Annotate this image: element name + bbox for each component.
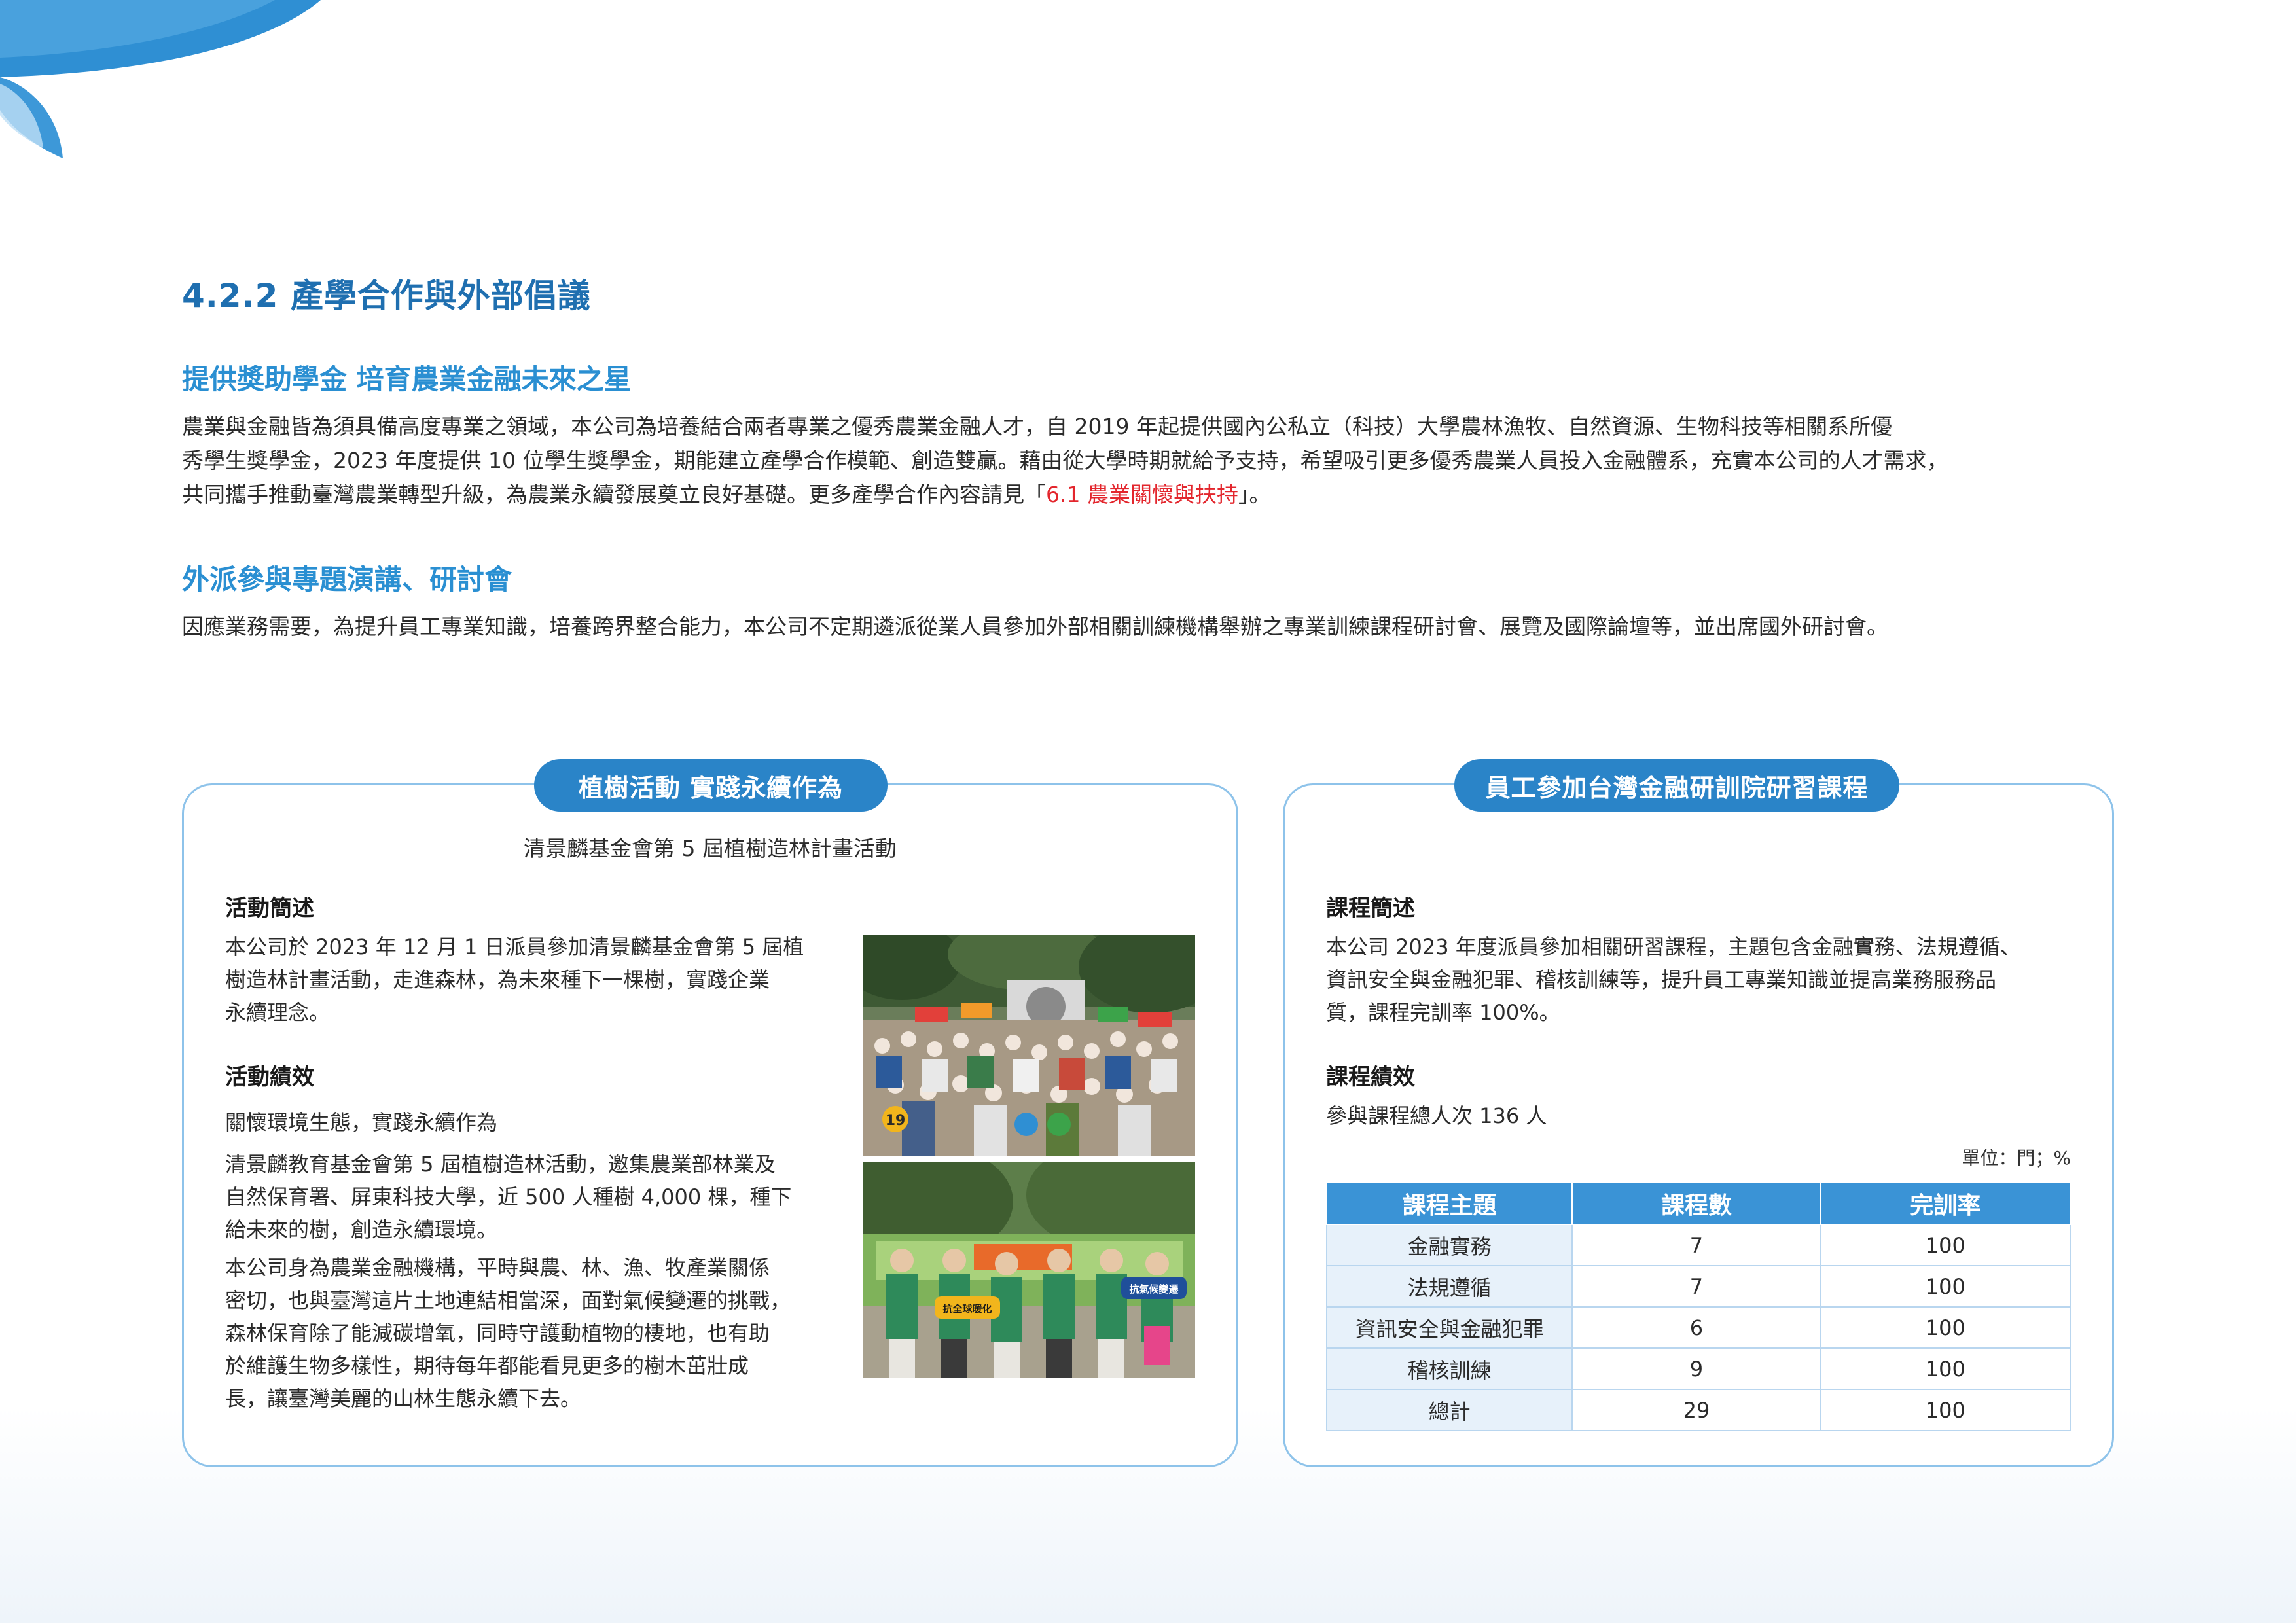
- table-cell-rate: 100: [1820, 1306, 2072, 1349]
- table-cell-topic: 稽核訓練: [1325, 1347, 1573, 1390]
- photo-sign-climate: 抗氣候變遷: [1129, 1283, 1178, 1295]
- table-cell-topic: 資訊安全與金融犯罪: [1325, 1306, 1573, 1349]
- course-summary: 本公司 2023 年度派員參加相關研習課程，主題包含金融實務、法規遵循、 資訊安…: [1326, 935, 2021, 1025]
- scholarship-line: 農業與金融皆為須具備高度專業之領域，本公司為培養結合兩者專業之優秀農業金融人才，…: [182, 414, 1892, 439]
- table-row: 稽核訓練 9 100: [1325, 1347, 2072, 1390]
- photo-sign-number: 19: [886, 1113, 906, 1129]
- photo-sign-warming: 抗全球暖化: [942, 1303, 992, 1315]
- external-paragraph: 因應業務需要，為提升員工專業知識，培養跨界整合能力，本公司不定期遴派從業人員參加…: [182, 614, 1888, 639]
- table-row: 法規遵循 7 100: [1325, 1265, 2072, 1308]
- activity-summary: 本公司於 2023 年 12 月 1 日派員參加清景麟基金會第 5 屆植 樹造林…: [225, 935, 804, 1025]
- corner-wave-decoration: [0, 0, 321, 158]
- group-photo-staff: 抗全球暖化 抗氣候變遷: [863, 1162, 1195, 1378]
- table-cell-count: 7: [1571, 1265, 1821, 1308]
- course-table: 課程主題 課程數 完訓率 金融實務 7 100 法規遵循 7 100 資訊安全與…: [1325, 1182, 2072, 1431]
- table-row: 金融實務 7 100: [1325, 1224, 2072, 1266]
- table-cell-count: 6: [1571, 1306, 1821, 1349]
- table-total-row: 總計 29 100: [1325, 1389, 2072, 1431]
- table-unit-note: 單位：門；%: [1962, 1147, 2071, 1169]
- column-header-completion: 完訓率: [1820, 1182, 2072, 1225]
- group-photo-crowd: 19: [863, 935, 1195, 1156]
- table-cell-count: 9: [1571, 1347, 1821, 1390]
- scholarship-line: 秀學生獎學金，2023 年度提供 10 位學生獎學金，期能建立產學合作模範、創造…: [182, 448, 1948, 473]
- column-header-topic: 課程主題: [1325, 1182, 1573, 1225]
- cross-reference-link[interactable]: 6.1 農業關懷與扶持: [1046, 482, 1238, 507]
- activity-result-2: 清景麟教育基金會第 5 屆植樹造林活動，邀集農業部林業及 自然保育署、屏東科技大…: [225, 1152, 792, 1242]
- course-panel-pill: 員工參加台灣金融研訓院研習課程: [1454, 759, 1899, 812]
- course-results: 參與課程總人次 136 人: [1326, 1103, 1547, 1128]
- table-cell-count: 7: [1571, 1224, 1821, 1266]
- scholarship-paragraph: 農業與金融皆為須具備高度專業之領域，本公司為培養結合兩者專業之優秀農業金融人才，…: [182, 410, 2119, 512]
- activity-result-3: 本公司身為農業金融機構，平時與農、林、漁、牧產業關係 密切，也與臺灣這片土地連結…: [225, 1255, 791, 1411]
- tree-panel-pill: 植樹活動 實踐永續作為: [534, 759, 888, 812]
- table-header-row: 課程主題 課程數 完訓率: [1325, 1182, 2072, 1225]
- table-cell-topic: 法規遵循: [1325, 1265, 1573, 1308]
- activity-summary-label: 活動簡述: [225, 895, 314, 921]
- column-header-count: 課程數: [1571, 1182, 1821, 1225]
- external-heading: 外派參與專題演講、研討會: [182, 563, 512, 596]
- course-summary-label: 課程簡述: [1326, 895, 1415, 921]
- table-cell-rate: 100: [1820, 1347, 2072, 1390]
- table-cell-topic: 金融實務: [1325, 1224, 1573, 1266]
- table-row: 資訊安全與金融犯罪 6 100: [1325, 1306, 2072, 1349]
- scholarship-heading: 提供獎助學金 培育農業金融未來之星: [182, 363, 632, 395]
- section-title: 4.2.2 產學合作與外部倡議: [182, 277, 591, 315]
- table-cell-rate: 100: [1820, 1265, 2072, 1308]
- course-results-label: 課程績效: [1326, 1064, 1415, 1090]
- tree-subtitle: 清景麟基金會第 5 屆植樹造林計畫活動: [524, 836, 897, 861]
- table-cell-count: 29: [1571, 1389, 1821, 1431]
- activity-result-1: 關懷環境生態，實踐永續作為: [225, 1110, 498, 1135]
- table-cell-topic: 總計: [1325, 1389, 1573, 1431]
- table-cell-rate: 100: [1820, 1389, 2072, 1431]
- scholarship-line: 共同攜手推動臺灣農業轉型升級，為農業永續發展奠立良好基礎。更多產學合作內容請見「…: [182, 482, 1271, 507]
- activity-results-label: 活動績效: [225, 1064, 314, 1090]
- table-cell-rate: 100: [1820, 1224, 2072, 1266]
